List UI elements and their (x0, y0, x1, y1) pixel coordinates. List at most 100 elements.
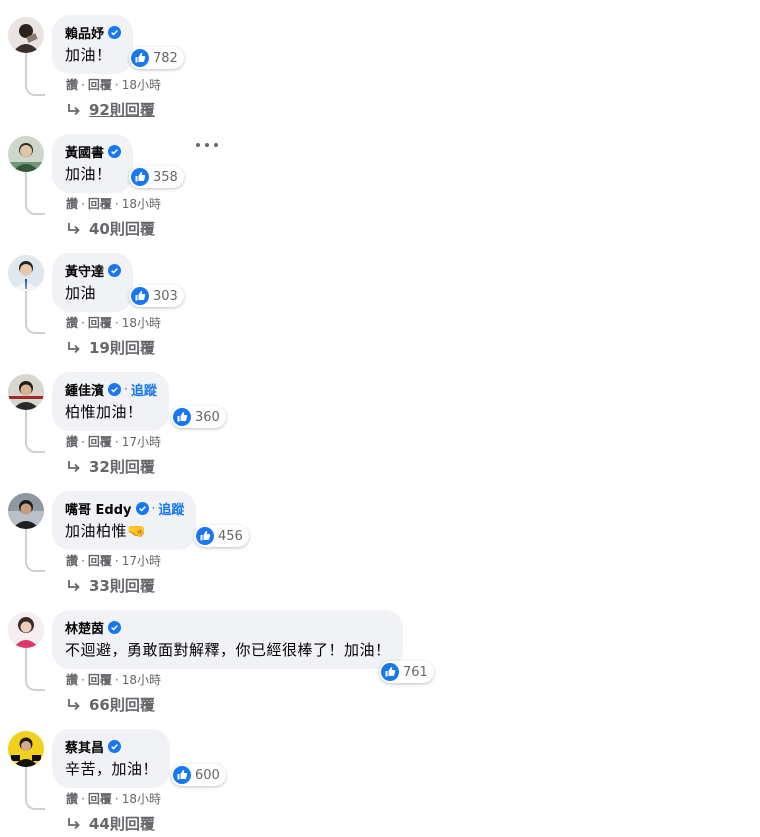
avatar[interactable] (8, 255, 44, 291)
timestamp[interactable]: 18小時 (122, 790, 161, 807)
verified-badge-icon (108, 739, 122, 753)
view-replies-link[interactable]: 32則回覆 (66, 456, 155, 477)
avatar[interactable] (8, 731, 44, 767)
comment-text: 柏惟加油！ (65, 403, 143, 421)
reaction-count[interactable]: 600 (171, 764, 226, 786)
like-action[interactable]: 讚 (66, 671, 78, 688)
comment-text: 加油！ (65, 165, 112, 183)
commenter-name[interactable]: 林楚茵 (65, 618, 104, 637)
reply-action[interactable]: 回覆 (88, 790, 112, 807)
like-action[interactable]: 讚 (66, 552, 78, 569)
timestamp[interactable]: 17小時 (122, 552, 161, 569)
follow-button[interactable]: 追蹤 (158, 499, 184, 518)
avatar[interactable] (8, 493, 44, 529)
avatar[interactable] (8, 17, 44, 53)
reply-action[interactable]: 回覆 (88, 195, 112, 212)
comment-text: 加油！ (65, 46, 112, 64)
commenter-name[interactable]: 嘴哥 Eddy (65, 499, 132, 518)
separator: · (124, 382, 128, 396)
replies-count: 92則回覆 (89, 101, 155, 119)
reply-arrow-icon (66, 578, 82, 594)
comment-item: 林楚茵 不迴避，勇敢面對解釋，你已經很棒了！加油！ 761 讚 · 回覆 · 18小… (0, 595, 760, 714)
timestamp[interactable]: 18小時 (122, 76, 161, 93)
like-icon (381, 663, 399, 681)
comment-actions: 讚 · 回覆 · 18小時 (66, 671, 161, 688)
verified-badge-icon (108, 620, 122, 634)
verified-badge-icon (108, 25, 122, 39)
separator: · (81, 791, 85, 806)
comment-actions: 讚 · 回覆 · 17小時 (66, 433, 161, 450)
commenter-name[interactable]: 黃守達 (65, 261, 104, 280)
comment-item: 黃守達 加油 303 讚 · 回覆 · 18小時 19則回覆 (0, 238, 760, 357)
avatar[interactable] (8, 612, 44, 648)
like-icon (196, 527, 214, 545)
view-replies-link[interactable]: 44則回覆 (66, 813, 155, 834)
reaction-count[interactable]: 360 (171, 406, 226, 428)
comment-item: 賴品妤 加油！ 782 讚 · 回覆 · 18小時 92則回覆 (0, 0, 760, 119)
reaction-count[interactable]: 303 (129, 285, 184, 307)
reply-action[interactable]: 回覆 (88, 552, 112, 569)
commenter-name[interactable]: 賴品妤 (65, 23, 104, 42)
reaction-count[interactable]: 456 (194, 525, 249, 547)
like-count: 303 (153, 288, 178, 304)
comment-item: 黃國書 加油！ 358 讚 · 回覆 · 18小時 40則回覆 (0, 119, 760, 238)
like-count: 456 (218, 528, 243, 544)
view-replies-link[interactable]: 66則回覆 (66, 694, 155, 715)
separator: · (81, 196, 85, 211)
thread-line (25, 167, 45, 215)
verified-badge-icon (108, 382, 122, 396)
comment-bubble: 黃國書 加油！ (52, 134, 134, 193)
timestamp[interactable]: 18小時 (122, 314, 161, 331)
separator: · (114, 672, 119, 687)
view-replies-link[interactable]: 19則回覆 (66, 337, 155, 358)
reply-action[interactable]: 回覆 (88, 314, 112, 331)
separator: · (151, 501, 156, 515)
view-replies-link[interactable]: 92則回覆 (66, 99, 155, 120)
reaction-count[interactable]: 761 (379, 661, 434, 683)
reply-action[interactable]: 回覆 (88, 76, 112, 93)
separator: · (81, 553, 85, 568)
more-options-icon[interactable] (196, 139, 218, 151)
like-icon (173, 408, 191, 426)
separator: · (114, 791, 119, 806)
reply-action[interactable]: 回覆 (88, 671, 112, 688)
view-replies-link[interactable]: 33則回覆 (66, 575, 155, 596)
avatar[interactable] (8, 374, 44, 410)
comment-bubble: 鍾佳濱 · 追蹤 柏惟加油！ (52, 372, 169, 431)
like-action[interactable]: 讚 (66, 790, 78, 807)
commenter-name[interactable]: 蔡其昌 (65, 737, 104, 756)
follow-button[interactable]: 追蹤 (131, 380, 157, 399)
like-action[interactable]: 讚 (66, 433, 78, 450)
reaction-count[interactable]: 782 (129, 47, 184, 69)
timestamp[interactable]: 18小時 (122, 195, 161, 212)
replies-count: 66則回覆 (89, 696, 155, 714)
reply-action[interactable]: 回覆 (88, 433, 112, 450)
reply-arrow-icon (66, 459, 82, 475)
verified-badge-icon (108, 144, 122, 158)
like-action[interactable]: 讚 (66, 314, 78, 331)
like-icon (131, 287, 149, 305)
reaction-count[interactable]: 358 (129, 166, 184, 188)
comment-bubble: 林楚茵 不迴避，勇敢面對解釋，你已經很棒了！加油！ (52, 610, 403, 669)
avatar[interactable] (8, 136, 44, 172)
verified-badge-icon (108, 263, 122, 277)
replies-count: 33則回覆 (89, 577, 155, 595)
separator: · (114, 77, 119, 92)
view-replies-link[interactable]: 40則回覆 (66, 218, 155, 239)
reply-arrow-icon (66, 340, 82, 356)
thread-line (25, 643, 45, 691)
reply-arrow-icon (66, 102, 82, 118)
comment-bubble: 黃守達 加油 (52, 253, 134, 312)
comment-bubble: 嘴哥 Eddy · 追蹤 加油柏惟🤜 (52, 491, 197, 550)
separator: · (114, 553, 119, 568)
commenter-name[interactable]: 鍾佳濱 (65, 380, 104, 399)
replies-count: 32則回覆 (89, 458, 155, 476)
reply-arrow-icon (66, 816, 82, 832)
timestamp[interactable]: 18小時 (122, 671, 161, 688)
like-action[interactable]: 讚 (66, 195, 78, 212)
timestamp[interactable]: 17小時 (122, 433, 161, 450)
comment-text: 加油 (65, 284, 97, 302)
like-action[interactable]: 讚 (66, 76, 78, 93)
replies-count: 19則回覆 (89, 339, 155, 357)
commenter-name[interactable]: 黃國書 (65, 142, 104, 161)
